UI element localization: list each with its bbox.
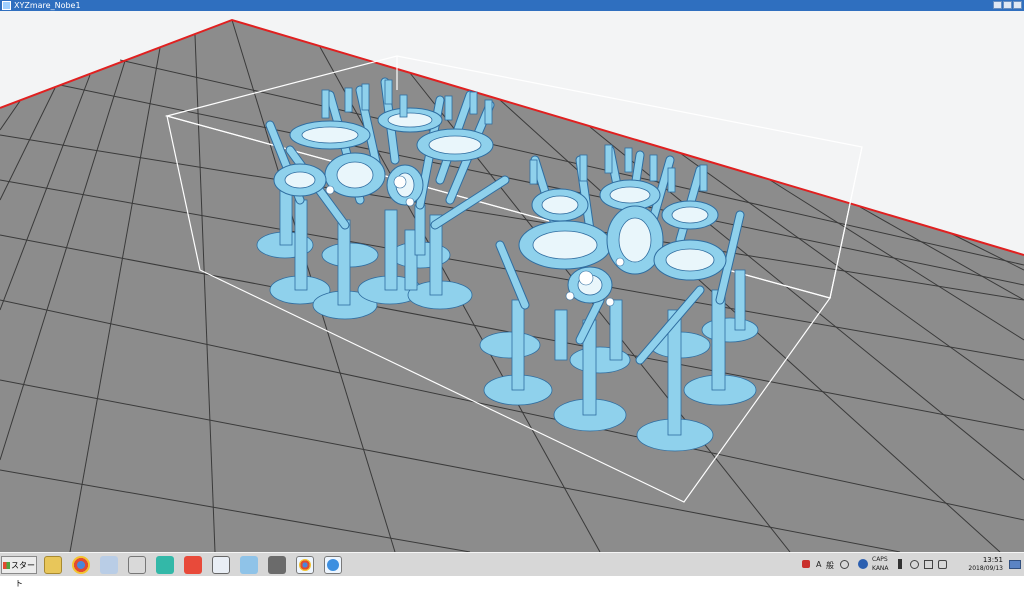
start-label: スタート <box>11 561 35 588</box>
window-app-icon[interactable] <box>212 556 230 574</box>
printer-app-icon[interactable] <box>156 556 174 574</box>
caps-indicator: CAPS <box>872 556 888 563</box>
keyboard-icon[interactable] <box>924 560 933 569</box>
lang-indicator[interactable]: A <box>816 560 821 569</box>
document-icon[interactable] <box>240 556 258 574</box>
pen-icon[interactable] <box>898 559 902 569</box>
minimize-button[interactable] <box>993 1 1002 9</box>
info-icon[interactable] <box>858 559 868 569</box>
chrome-icon[interactable] <box>72 556 90 574</box>
explorer-icon[interactable] <box>44 556 62 574</box>
kana-indicator: KANA <box>872 565 889 572</box>
ime-indicator[interactable]: 般 <box>826 560 834 571</box>
emoji-icon[interactable] <box>910 560 919 569</box>
system-tray: A 般 CAPS KANA 13:51 2018/09/13 <box>798 553 1024 577</box>
app-icon <box>2 1 11 10</box>
scene-svg <box>0 18 1024 552</box>
settings-icon[interactable] <box>938 560 947 569</box>
clock-date[interactable]: 2018/09/13 <box>968 565 1003 572</box>
close-button[interactable] <box>1013 1 1022 9</box>
build-platform <box>0 20 1024 552</box>
recycle-icon[interactable] <box>100 556 118 574</box>
window-titlebar: XYZmare_Nobe1 <box>0 0 1024 11</box>
security-icon[interactable] <box>802 560 810 568</box>
chrome-icon[interactable] <box>296 556 314 574</box>
help-icon[interactable] <box>840 560 849 569</box>
xyzware-icon[interactable] <box>324 556 342 574</box>
calculator-icon[interactable] <box>128 556 146 574</box>
clock-time[interactable]: 13:51 <box>983 556 1003 564</box>
3d-viewport[interactable] <box>0 11 1024 552</box>
maximize-button[interactable] <box>1003 1 1012 9</box>
taskbar: スタート A 般 CAPS KANA 13:51 2018/09/13 <box>0 552 1024 588</box>
windows-logo-icon <box>3 562 10 569</box>
start-button[interactable]: スタート <box>1 556 37 588</box>
tool-icon[interactable] <box>268 556 286 574</box>
paint-icon[interactable] <box>184 556 202 574</box>
window-title: XYZmare_Nobe1 <box>14 1 81 10</box>
show-desktop-icon[interactable] <box>1009 560 1021 569</box>
